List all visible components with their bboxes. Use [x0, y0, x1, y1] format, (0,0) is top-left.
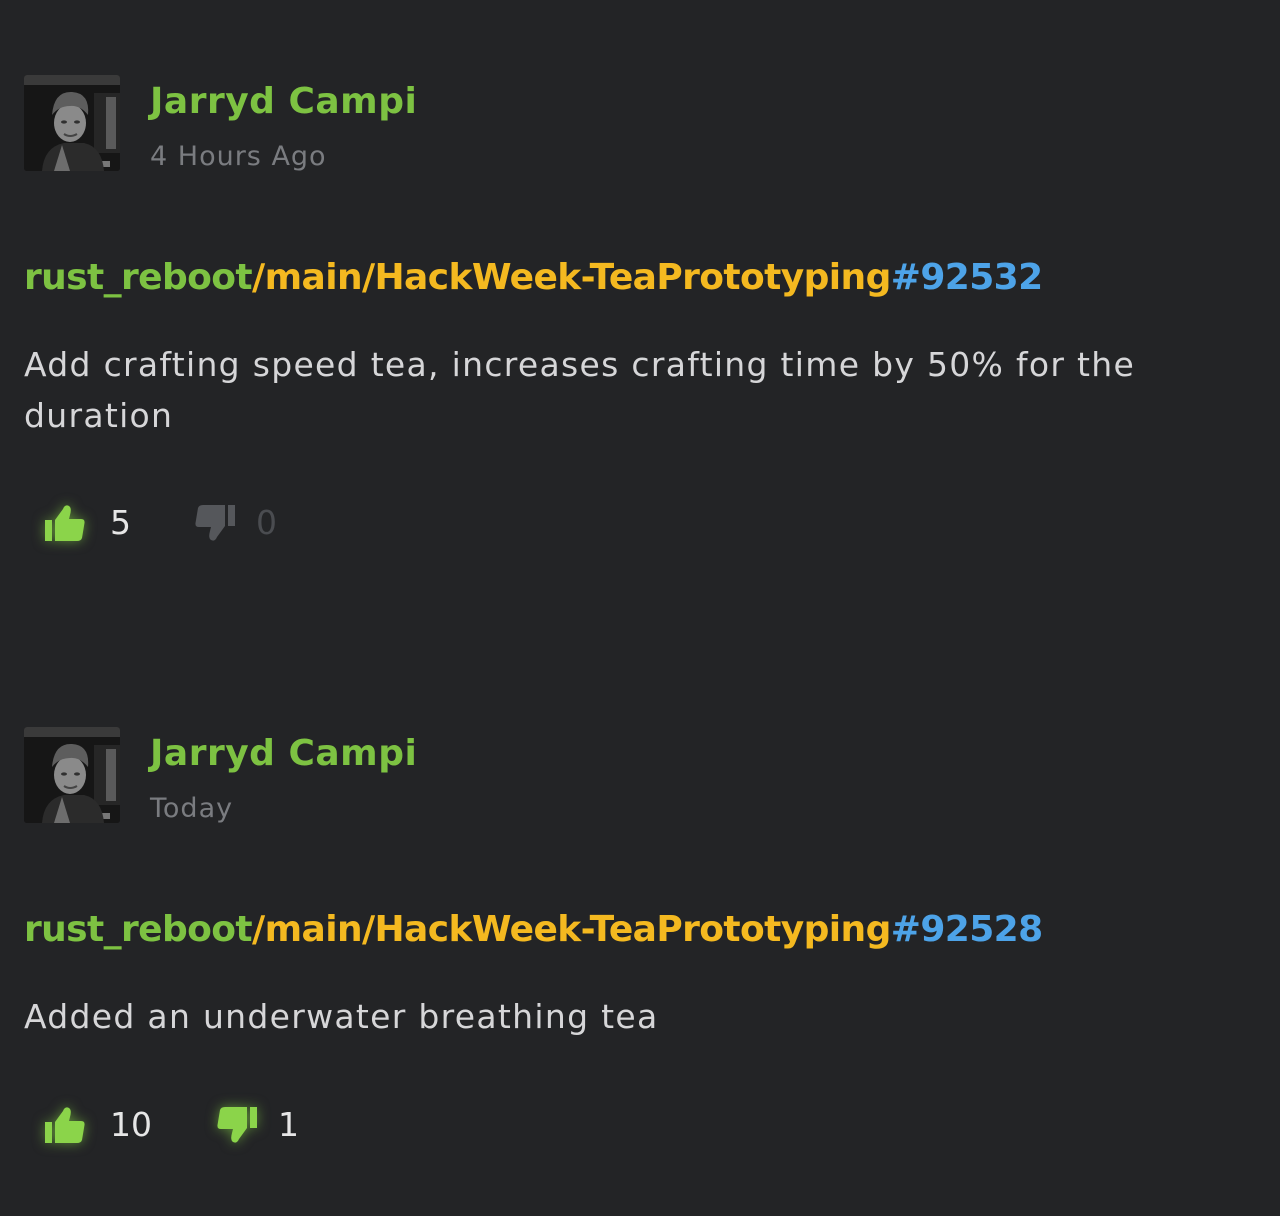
thumbs-up-icon — [45, 505, 85, 541]
author-name[interactable]: Jarryd Campi — [150, 81, 417, 122]
changeset-id[interactable]: #92532 — [891, 257, 1043, 298]
author-name[interactable]: Jarryd Campi — [150, 733, 417, 774]
avatar[interactable] — [24, 727, 120, 823]
commit-feed: Jarryd Campi 4 Hours Ago rust_reboot/mai… — [0, 0, 1280, 1216]
commit-time: Today — [150, 793, 234, 824]
dislike-count: 0 — [256, 503, 277, 542]
thumbs-down-icon — [217, 1107, 257, 1143]
repo-name[interactable]: rust_reboot — [24, 257, 253, 298]
commit-message: Added an underwater breathing tea — [24, 997, 659, 1036]
avatar[interactable] — [24, 75, 120, 171]
avatar-image — [24, 727, 120, 823]
branch-path[interactable]: rust_reboot/main/HackWeek-TeaPrototyping… — [24, 257, 1043, 298]
commit-message: Add crafting speed tea, increases crafti… — [24, 345, 1136, 435]
commit-time: 4 Hours Ago — [150, 141, 327, 172]
commit-card: Jarryd Campi Today rust_reboot/main/Hack… — [24, 727, 1224, 1144]
thumbs-up-icon — [45, 1107, 85, 1143]
like-count: 5 — [110, 503, 131, 542]
dislike-count: 1 — [278, 1105, 299, 1144]
avatar-image — [24, 75, 120, 171]
commit-card: Jarryd Campi 4 Hours Ago rust_reboot/mai… — [24, 75, 1224, 542]
branch-name[interactable]: /main/HackWeek-TeaPrototyping — [252, 909, 891, 950]
thumbs-down-icon — [195, 505, 235, 541]
changeset-id[interactable]: #92528 — [891, 909, 1043, 950]
author-row: Jarryd Campi Today — [24, 727, 1224, 824]
branch-path[interactable]: rust_reboot/main/HackWeek-TeaPrototyping… — [24, 909, 1043, 950]
branch-name[interactable]: /main/HackWeek-TeaPrototyping — [252, 257, 891, 298]
author-row: Jarryd Campi 4 Hours Ago — [24, 75, 1224, 172]
like-count: 10 — [110, 1105, 152, 1144]
repo-name[interactable]: rust_reboot — [24, 909, 253, 950]
